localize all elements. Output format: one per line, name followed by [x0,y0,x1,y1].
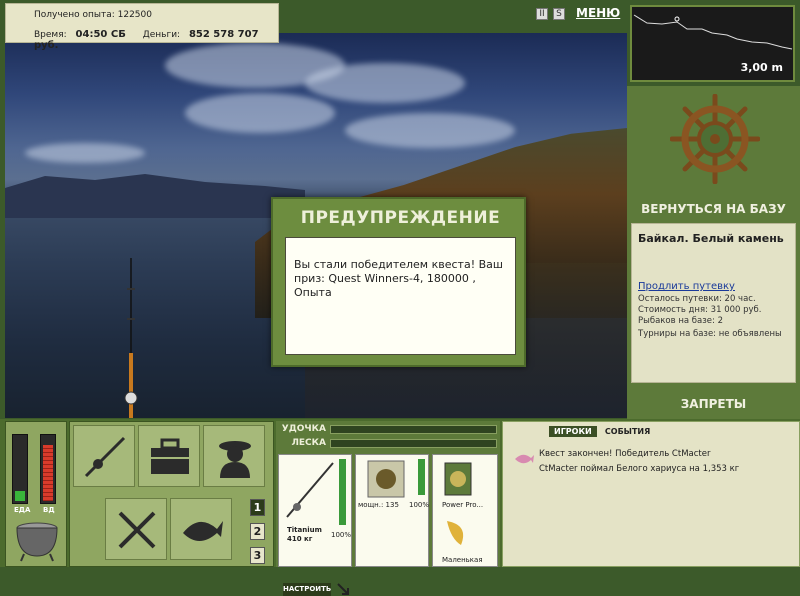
base-name: Байкал. Белый камень [638,232,784,245]
food-label: ЕДА [14,506,31,514]
chat-panel: ИГРОКИ СОБЫТИЯ Квест закончен! Победител… [502,421,800,567]
tab-events[interactable]: СОБЫТИЯ [600,426,655,437]
warning-dialog: ПРЕДУПРЕЖДЕНИЕ Вы стали победителем квес… [271,197,526,367]
line-lure-slot[interactable]: Power Pro... Маленькая [432,454,498,567]
depth-map[interactable]: 3,00 m [630,5,795,82]
tab-players[interactable]: ИГРОКИ [549,426,597,437]
experience-row: Получено опыта: 122500 [34,10,152,20]
remaining-pass: Осталось путевки: 20 час. [638,294,756,304]
right-panel: ВЕРНУТЬСЯ НА БАЗУ Байкал. Белый камень П… [627,86,800,419]
fishers-count: Рыбаков на базе: 2 [638,316,723,326]
depth-value: 3,00 m [740,61,783,74]
cloud [345,113,515,148]
chat-message: Квест закончен! Победитель CtMacter [539,449,711,459]
fisherman-icon [219,441,251,478]
fork-knife-icon [118,511,156,549]
food-tile[interactable] [105,498,167,560]
time-value: 04:50 СБ [75,29,126,40]
dialog-message: Вы стали победителем квеста! Ваш приз: Q… [285,237,516,355]
rod-image [286,462,334,518]
fish-event-icon [515,454,534,464]
sound-button[interactable]: S [553,8,565,20]
line-name: Power Pro... [442,501,484,509]
time-label: Время: [34,30,67,40]
reel-slot[interactable]: мощн.: 135 100% [355,454,429,567]
cauldron-icon[interactable] [12,518,62,562]
chat-tabs: ИГРОКИ СОБЫТИЯ [549,426,655,437]
base-info: Байкал. Белый камень Продлить путевку Ос… [631,223,796,383]
mountains [5,174,305,218]
menu-button[interactable]: МЕНЮ [576,6,620,20]
reel-durability-bar [418,459,425,495]
money-label: Деньги: [142,30,181,40]
extend-pass-link[interactable]: Продлить путевку [638,281,789,292]
vodka-fill [43,444,53,501]
chat-message: CtMacter поймал Белого хариуса на 1,353 … [539,464,740,474]
tackle-panel: УДОЧКА ЛЕСКА 100% Titanium 410 кг НАСТРО… [276,421,500,596]
lure-image [447,521,464,545]
rod-name: Titanium [287,526,322,534]
adjust-button[interactable]: НАСТРОИТЬ [283,583,331,596]
cloud [185,93,335,133]
fish-icon [183,521,223,541]
character-tile[interactable] [203,425,265,487]
bait-name: Маленькая [442,556,483,564]
reel-image [367,460,405,498]
rod-tension-bar [330,425,497,434]
line-tension-label: ЛЕСКА [291,438,326,448]
exp-value: 122500 [117,10,152,20]
tournaments-status: Турниры на базе: не объявлены [638,329,782,339]
food-meter [12,434,28,504]
food-fill [15,491,25,501]
reel-percent: 100% [409,501,430,509]
line-spool-image [444,462,472,496]
fish-tile[interactable] [170,498,232,560]
cloud [305,63,465,103]
bans-button[interactable]: ЗАПРЕТЫ [627,397,800,411]
ship-wheel-icon[interactable] [670,94,760,184]
tackle-box-icon [151,438,189,474]
line-tension-bar [330,439,497,448]
rod-percent: 100% [331,531,352,539]
actions-panel: 1 2 3 [69,421,274,567]
cloud [25,143,145,163]
tackle-tile[interactable] [73,425,135,487]
dialog-title: ПРЕДУПРЕЖДЕНИЕ [300,208,501,228]
player-info: Получено опыта: 122500 Время: 04:50 СБ Д… [5,3,279,51]
meters-panel: ЕДА ВД [5,421,67,567]
back-to-base-button[interactable]: ВЕРНУТЬСЯ НА БАЗУ [627,202,800,216]
rod-tension-label: УДОЧКА [281,424,326,434]
float-marker-icon [674,16,680,22]
day-cost: Стоимость дня: 31 000 руб. [638,305,762,315]
quick-slot-3[interactable]: 3 [250,547,265,564]
quick-slot-1[interactable]: 1 [250,499,265,516]
pause-button[interactable]: II [536,8,548,20]
fishing-rod[interactable] [124,258,138,418]
exp-label: Получено опыта: [34,10,115,20]
quick-slot-2[interactable]: 2 [250,523,265,540]
rod-weight: 410 кг [287,535,313,543]
vodka-meter [40,434,56,504]
rod-durability-bar [339,459,346,525]
reel-name: мощн.: 135 [358,501,399,509]
rod-slot[interactable]: 100% Titanium 410 кг НАСТРОИТЬ [278,454,352,596]
resize-arrow-icon[interactable] [337,583,349,595]
vodka-label: ВД [43,506,55,514]
time-money-row: Время: 04:50 СБ Деньги: 852 578 707 руб. [34,29,278,51]
inventory-tile[interactable] [138,425,200,487]
rod-icon [84,436,126,478]
